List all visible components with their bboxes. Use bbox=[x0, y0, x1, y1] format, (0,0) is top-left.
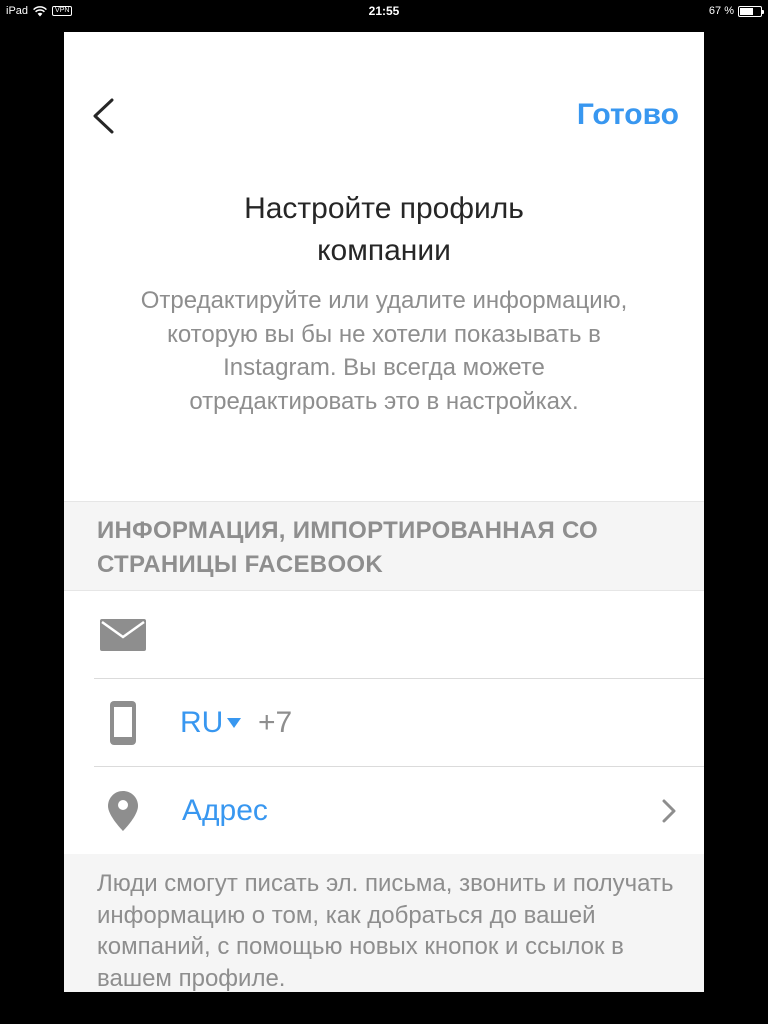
footer-explanation: Люди смогут писать эл. письма, звонить и… bbox=[97, 870, 674, 992]
email-row[interactable] bbox=[94, 591, 704, 679]
phone-row[interactable]: RU +7 bbox=[94, 679, 704, 767]
battery-icon bbox=[738, 5, 764, 17]
status-time: 21:55 bbox=[368, 4, 400, 18]
title-line-1: Настройте профиль bbox=[244, 192, 524, 225]
phone-input[interactable]: +7 bbox=[258, 705, 292, 741]
address-row[interactable]: Адрес bbox=[94, 767, 704, 855]
back-chevron-icon[interactable] bbox=[86, 96, 122, 136]
battery-text: 67 % bbox=[708, 5, 734, 17]
battery-fill bbox=[740, 7, 754, 15]
country-code-selector[interactable]: RU bbox=[180, 705, 242, 741]
done-button[interactable]: Готово bbox=[577, 98, 679, 132]
phone-icon bbox=[110, 701, 136, 745]
caret-down-icon bbox=[227, 718, 242, 728]
section-header-line-1: ИНФОРМАЦИЯ, ИМПОРТИРОВАННАЯ СО bbox=[97, 517, 599, 544]
page-title: Настройте профиль компании bbox=[64, 188, 704, 272]
country-code-label: RU bbox=[180, 706, 224, 739]
setup-business-profile-sheet: Готово Настройте профиль компании Отреда… bbox=[64, 32, 704, 992]
status-right: 67 % bbox=[708, 0, 764, 22]
status-bar: iPad VPN 21:55 67 % bbox=[0, 0, 768, 22]
chevron-right-icon bbox=[662, 799, 676, 823]
address-label: Адрес bbox=[182, 794, 268, 827]
email-icon bbox=[100, 619, 146, 651]
imported-info-section-header: ИНФОРМАЦИЯ, ИМПОРТИРОВАННАЯ СО СТРАНИЦЫ … bbox=[64, 501, 704, 591]
page-subtitle: Отредактируйте или удалите информацию, к… bbox=[140, 287, 628, 415]
location-pin-icon bbox=[108, 791, 138, 831]
section-header-line-2: СТРАНИЦЫ FACEBOOK bbox=[97, 551, 384, 578]
title-line-2: компании bbox=[317, 234, 451, 267]
